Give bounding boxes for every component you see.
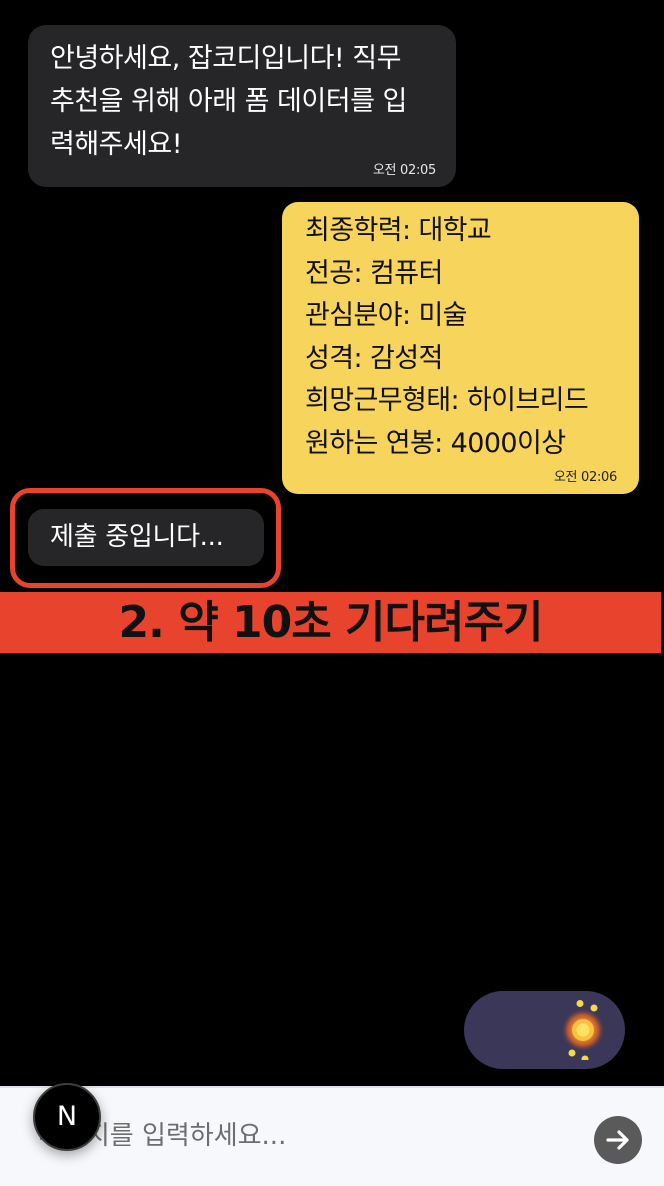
submitting-status-bubble: 제출 중입니다... [28,509,264,566]
user-message-line: 전공: 컴퓨터 [305,257,443,289]
bot-message-time: 오전 02:05 [372,163,436,178]
annotation-banner: 2. 약 10초 기다려주기 [0,592,661,653]
user-message-line: 성격: 감성적 [305,342,443,374]
bot-message-bubble: 안녕하세요, 잡코디입니다! 직무 추천을 위해 아래 폼 데이터를 입 력해주… [28,25,456,187]
arrow-right-icon [606,1130,629,1150]
nextjs-badge[interactable]: N [33,1083,101,1151]
user-message-bubble: 최종학력: 대학교 전공: 컴퓨터 관심분야: 미술 성격: 감성적 희망근무형… [282,202,639,494]
sun-icon [561,1000,605,1060]
user-message-line: 원하는 연봉: 4000이상 [305,427,566,459]
bot-message-text: 안녕하세요, 잡코디입니다! 직무 추천을 위해 아래 폼 데이터를 입 력해주… [50,43,407,160]
user-message-line: 희망근무형태: 하이브리드 [305,385,589,416]
message-input[interactable] [38,1108,578,1164]
user-message-line: 관심분야: 미술 [305,300,468,331]
user-message-time: 오전 02:06 [553,470,617,485]
user-message-line: 최종학력: 대학교 [305,215,492,246]
send-button[interactable] [594,1116,642,1164]
